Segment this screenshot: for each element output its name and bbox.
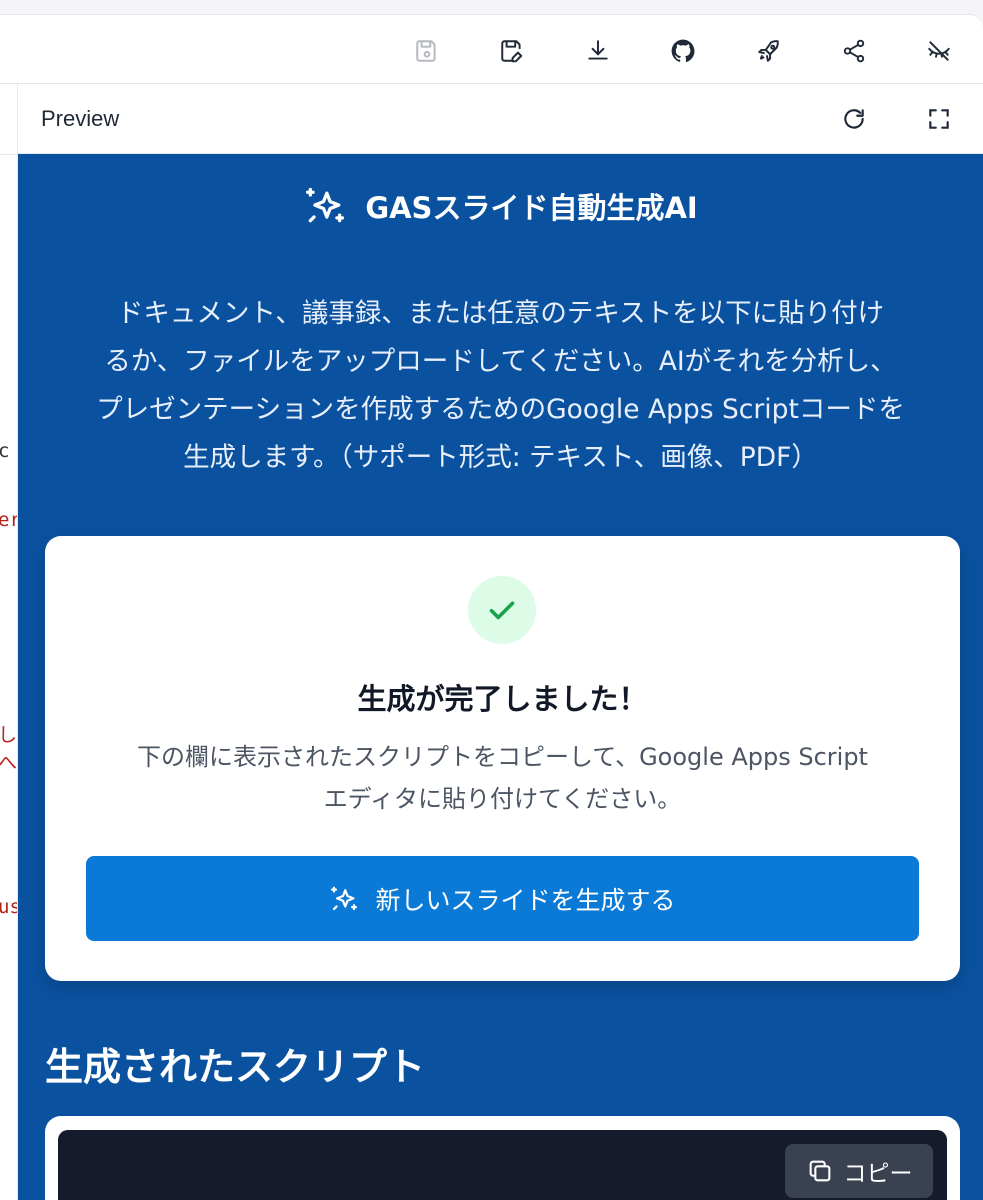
refresh-icon (844, 109, 864, 129)
check-icon (489, 601, 515, 620)
new-slide-button[interactable]: 新しいスライドを生成する (86, 856, 919, 941)
deploy-button[interactable] (751, 33, 787, 69)
success-subtitle: 下の欄に表示されたスクリプトをコピーして、Google Apps Script … (85, 736, 920, 820)
preview-header: Preview (18, 84, 983, 154)
new-slide-button-label: 新しいスライドを生成する (375, 885, 676, 915)
code-block[interactable]: コピー (58, 1130, 947, 1200)
success-title: 生成が完了しました！ (357, 682, 648, 716)
subtitle-line: エディタに貼り付けてください。 (323, 785, 682, 813)
github-button[interactable] (665, 33, 701, 69)
code-fragment: us (0, 896, 17, 918)
top-toolbar (0, 14, 983, 84)
success-badge (468, 576, 536, 644)
window-top-strip (0, 0, 983, 14)
preview-title: Preview (41, 106, 120, 131)
description-line: 生成します。（サポート形式: テキスト、画像、PDF） (183, 442, 818, 473)
code-fragment: へ (0, 748, 17, 775)
share-button[interactable] (836, 33, 872, 69)
save-edit-icon (501, 40, 523, 63)
save-icon (416, 40, 436, 62)
sparkles-icon (331, 886, 358, 910)
fullscreen-icon (929, 109, 949, 129)
script-card: コピー (45, 1116, 960, 1200)
copy-icon (809, 1160, 830, 1182)
script-section-title: 生成されたスクリプト (45, 1045, 426, 1089)
copy-button-label: コピー (843, 1161, 913, 1187)
save-edit-button[interactable] (494, 33, 530, 69)
share-icon (843, 39, 865, 63)
refresh-button[interactable] (837, 102, 871, 136)
hide-icon (928, 41, 950, 61)
description-line: プレゼンテーションを作成するためのGoogle Apps Scriptコードを (96, 394, 905, 425)
save-button[interactable] (409, 33, 445, 69)
download-icon (588, 40, 608, 60)
app-description: ドキュメント、議事録、または任意のテキストを以下に貼り付け るか、ファイルをアッ… (42, 290, 959, 482)
rocket-icon (758, 40, 779, 62)
panel-divider (0, 154, 17, 155)
description-line: ドキュメント、議事録、または任意のテキストを以下に貼り付け (116, 298, 885, 329)
editor-panel-edge: c er し へ us (0, 84, 18, 1200)
description-line: るか、ファイルをアップロードしてください。AIがそれを分析し、 (104, 346, 897, 377)
subtitle-line: 下の欄に表示されたスクリプトをコピーして、Google Apps Script (137, 743, 868, 771)
app-title: GASスライド自動生成AI (18, 184, 983, 228)
download-button[interactable] (580, 33, 616, 69)
code-fragment: し (0, 720, 17, 747)
code-fragment: c (0, 440, 9, 462)
fullscreen-button[interactable] (922, 102, 956, 136)
code-fragment: er (0, 509, 17, 531)
copy-button[interactable]: コピー (785, 1144, 933, 1198)
github-icon (671, 39, 695, 62)
hide-preview-button[interactable] (921, 33, 957, 69)
app-title-text: GASスライド自動生成AI (365, 191, 698, 225)
success-card: 生成が完了しました！ 下の欄に表示されたスクリプトをコピーして、Google A… (45, 536, 960, 981)
sparkles-icon (306, 187, 345, 223)
app-preview: GASスライド自動生成AI ドキュメント、議事録、または任意のテキストを以下に貼… (18, 154, 983, 1200)
